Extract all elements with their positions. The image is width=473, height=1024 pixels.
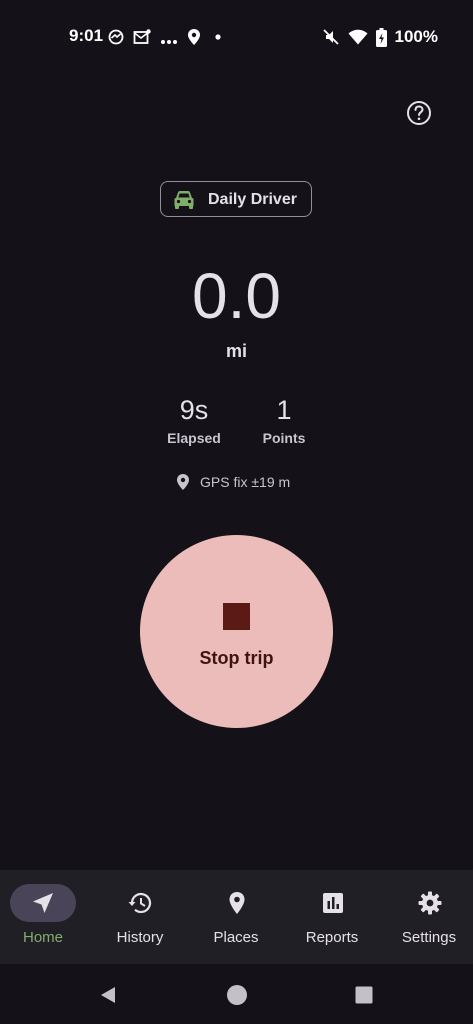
elapsed-value: 9s [179,395,209,425]
points-stat: 1 Points [239,394,329,446]
nav-label-reports: Reports [305,929,359,946]
gear-icon [418,891,442,915]
nav-item-reports[interactable]: Reports [285,870,379,964]
elapsed-stat: 9s Elapsed [149,394,239,446]
mute-icon [322,29,339,45]
stop-trip-label: Stop trip [199,648,274,668]
notification-icons [108,26,224,48]
gps-status: GPS fix ±19 m [176,472,290,492]
nav-label-places: Places [213,929,259,946]
help-icon [407,101,431,125]
help-button[interactable] [406,100,432,126]
nav-item-places[interactable]: Places [189,870,283,964]
stop-icon [223,603,250,630]
back-icon[interactable] [98,985,118,1005]
dot-icon [215,34,221,40]
nav-label-home: Home [22,929,63,946]
messenger-icon [108,29,124,45]
nav-item-home[interactable]: Home [0,870,94,964]
location-icon [188,29,200,45]
bar-chart-icon [323,893,343,913]
car-icon [174,191,194,209]
history-icon [128,892,152,914]
elapsed-label: Elapsed [167,430,221,446]
distance-value: 0.0 [192,260,281,332]
wifi-icon [348,29,368,45]
vehicle-selector-chip[interactable]: Daily Driver [160,181,312,217]
nav-label-settings: Settings [401,929,457,946]
system-navigation-bar [0,964,473,1024]
status-bar: 9:01 100% [0,0,473,72]
nav-label-history: History [116,929,164,946]
navigation-arrow-icon [33,893,53,913]
vehicle-name: Daily Driver [208,191,297,208]
nav-item-settings[interactable]: Settings [382,870,473,964]
battery-charging-icon [375,27,387,47]
mail-icon [133,29,151,44]
nav-item-history[interactable]: History [93,870,187,964]
recents-icon[interactable] [355,986,373,1004]
location-pin-icon [177,474,189,490]
place-pin-icon [229,892,245,914]
more-dots-icon [161,40,177,44]
points-label: Points [262,430,306,446]
battery-percent: 100% [394,27,438,46]
gps-text: GPS fix ±19 m [200,474,291,490]
home-icon[interactable] [226,984,248,1006]
points-value: 1 [276,395,292,425]
status-time: 9:01 [69,26,104,45]
system-status-icons: 100% [322,26,438,48]
distance-unit: mi [225,341,247,361]
stop-trip-button[interactable]: Stop trip [140,535,333,728]
bottom-navigation: Home History Places Reports Settings [0,870,473,964]
